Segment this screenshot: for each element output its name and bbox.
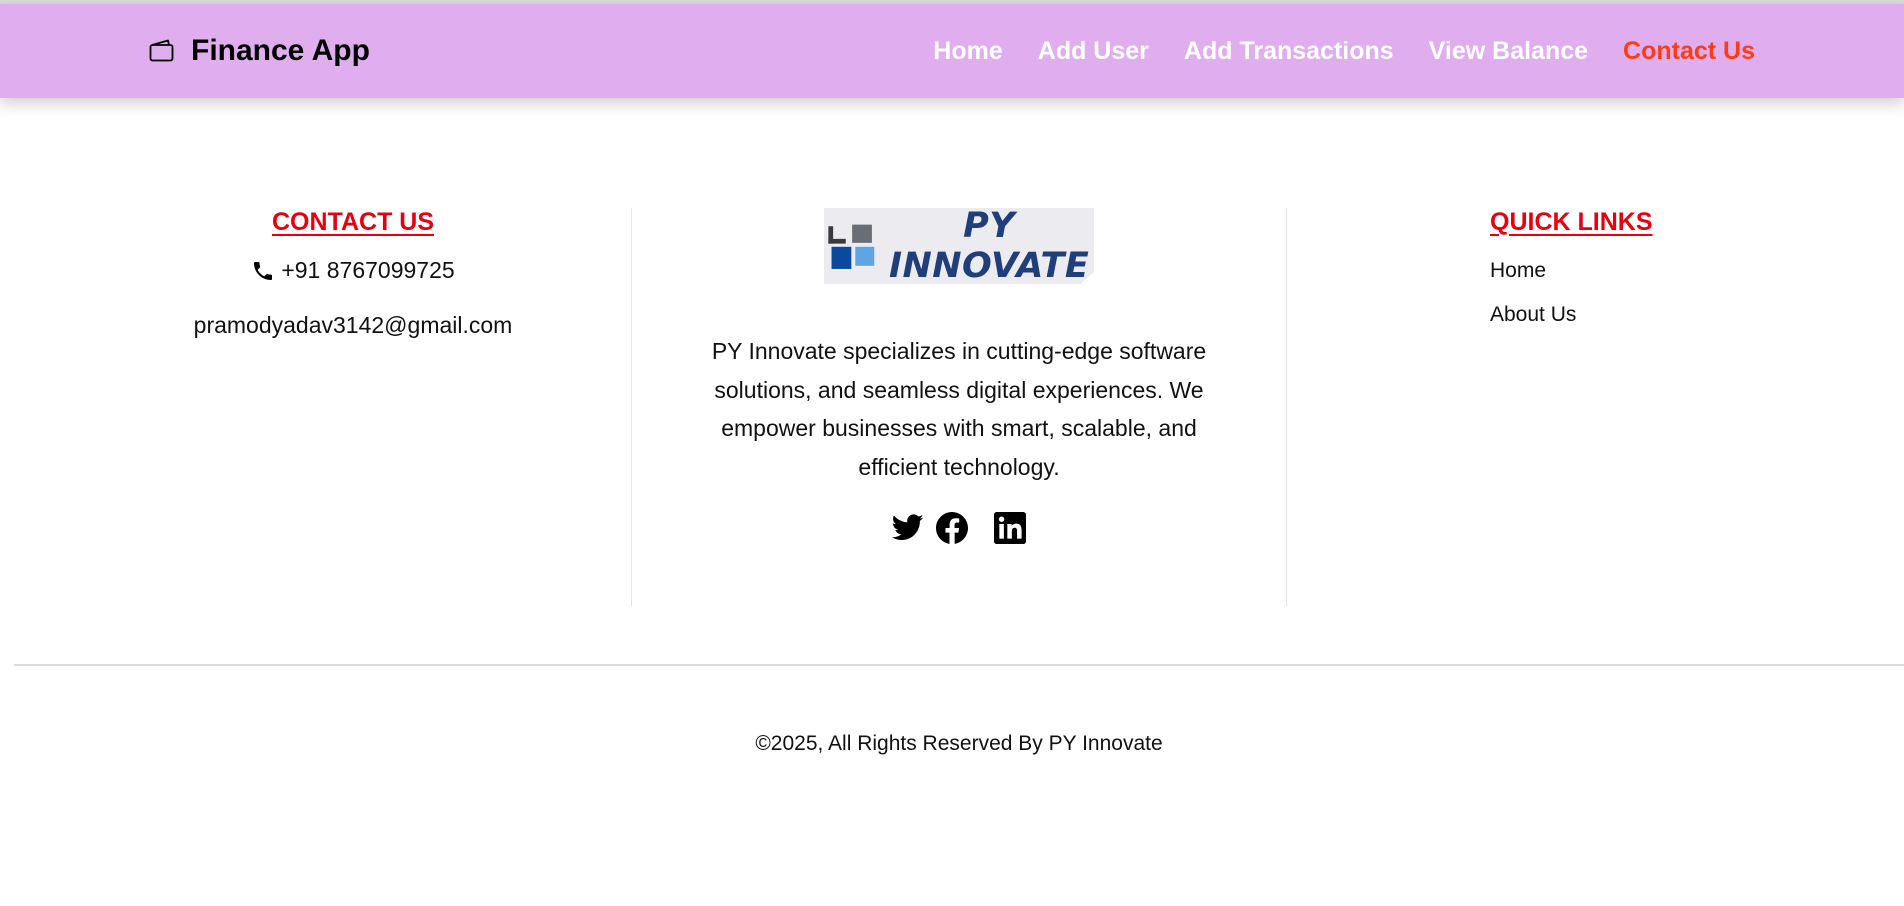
logo-mark-icon	[828, 224, 875, 269]
wallet-icon	[149, 39, 174, 62]
social-links	[632, 512, 1286, 544]
copyright-text: ©2025, All Rights Reserved By PY Innovat…	[755, 732, 1163, 755]
logo-text: PY INNOVATE	[888, 206, 1090, 286]
quick-links-heading: QUICK LINKS	[1490, 208, 1653, 236]
brand[interactable]: Finance App	[149, 34, 370, 68]
contact-heading: CONTACT US	[271, 208, 435, 236]
facebook-icon[interactable]	[936, 512, 968, 544]
company-logo: PY INNOVATE	[824, 208, 1094, 284]
column-divider-right	[1286, 208, 1287, 606]
email-address[interactable]: pramodyadav3142@gmail.com	[140, 312, 566, 339]
nav-add-user[interactable]: Add User	[1038, 37, 1149, 66]
twitter-icon[interactable]	[892, 514, 924, 542]
footer-divider	[14, 664, 1904, 666]
nav-view-balance[interactable]: View Balance	[1429, 37, 1588, 66]
nav-links: Home Add User Add Transactions View Bala…	[898, 37, 1755, 66]
company-description: PY Innovate specializes in cutting-edge …	[711, 338, 1207, 480]
nav-add-transactions[interactable]: Add Transactions	[1184, 37, 1394, 66]
nav-contact-us[interactable]: Contact Us	[1623, 37, 1755, 66]
company-section: PY INNOVATE PY Innovate specializes in c…	[632, 208, 1286, 544]
nav-home[interactable]: Home	[933, 37, 1002, 66]
phone-row: +91 8767099725	[140, 257, 566, 284]
quick-link-home[interactable]: Home	[1490, 259, 1790, 283]
linkedin-icon[interactable]	[994, 512, 1026, 544]
quick-links-section: QUICK LINKS Home About Us	[1490, 208, 1790, 327]
phone-icon	[254, 261, 273, 280]
quick-link-about-us[interactable]: About Us	[1490, 303, 1790, 327]
navbar: Finance App Home Add User Add Transactio…	[0, 4, 1904, 98]
contact-section: CONTACT US +91 8767099725 pramodyadav314…	[140, 208, 566, 339]
phone-number[interactable]: +91 8767099725	[281, 257, 454, 284]
brand-name: Finance App	[191, 34, 370, 67]
